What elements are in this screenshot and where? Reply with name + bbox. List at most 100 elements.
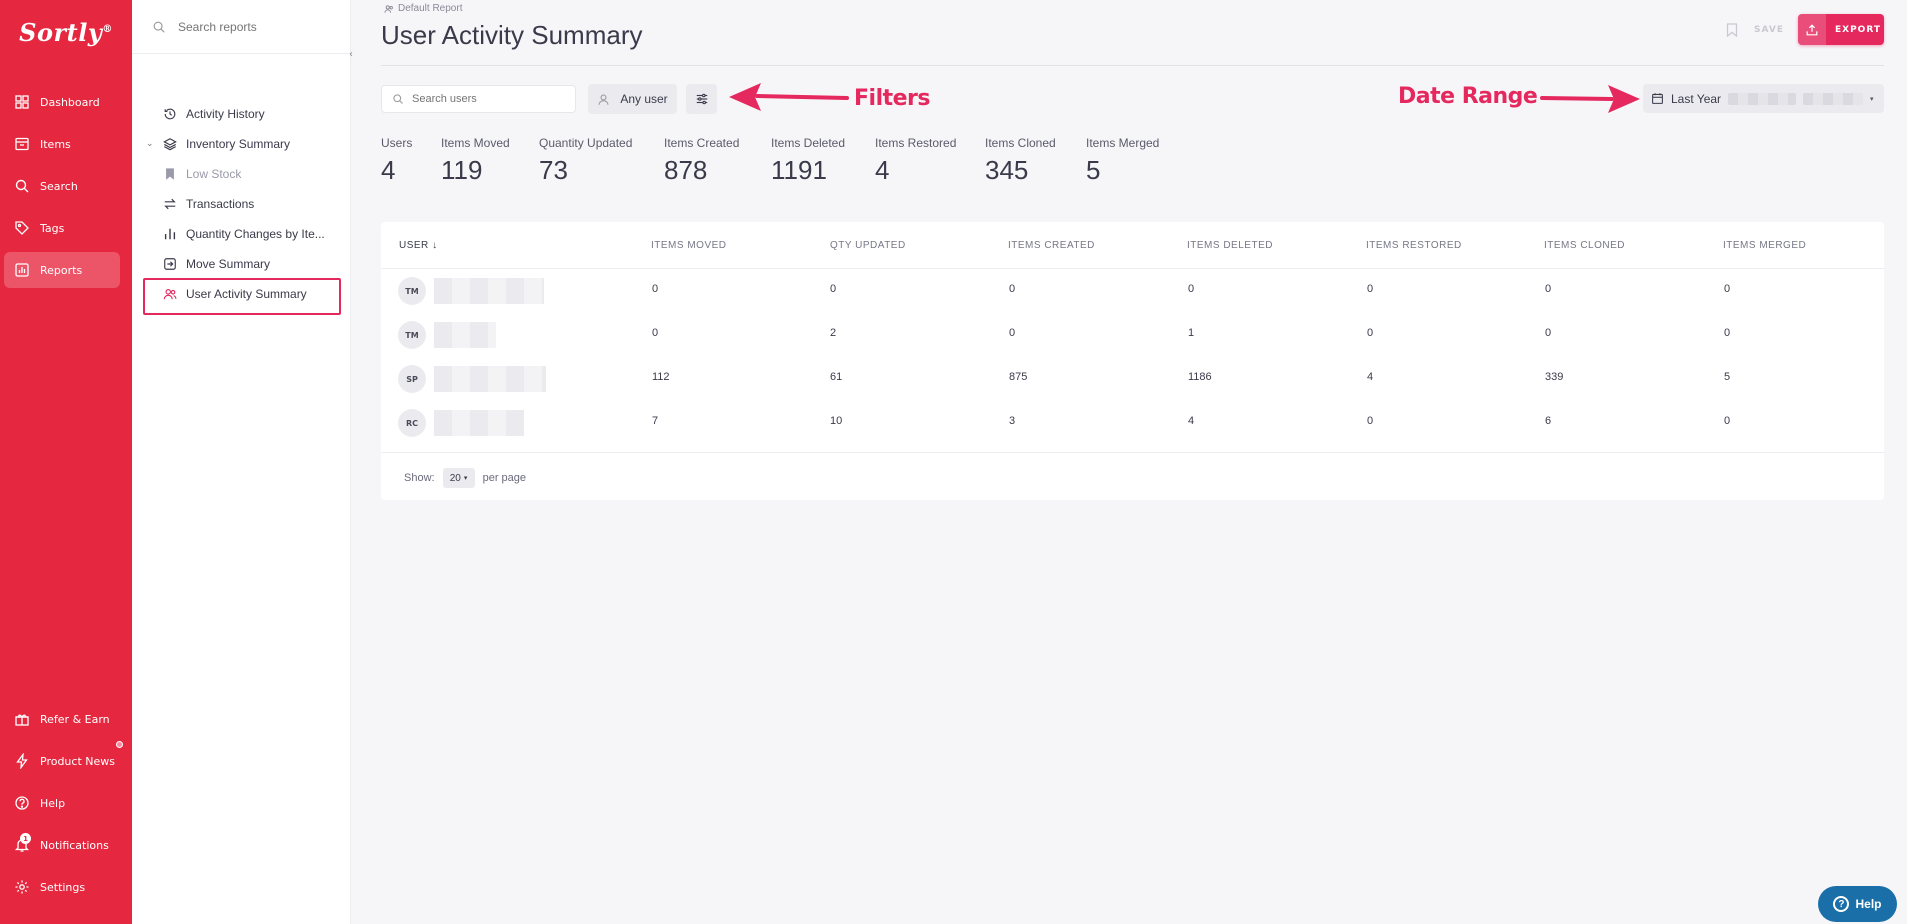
avatar: TM: [398, 321, 426, 349]
user-search-input[interactable]: [412, 93, 562, 105]
primary-nav: Sortly® Dashboard Items Search Tags Repo…: [0, 0, 132, 924]
tag-icon: [15, 221, 29, 235]
sortly-logo[interactable]: Sortly®: [0, 18, 132, 47]
sidebar-item-label: Transactions: [186, 197, 255, 211]
sidebar-item-label: Activity History: [186, 107, 265, 121]
per-page-select[interactable]: 20 ▾: [442, 468, 475, 488]
cell-items-cloned: 0: [1545, 283, 1552, 295]
cell-items-restored: 0: [1367, 327, 1374, 339]
nav-item-search[interactable]: Search: [4, 168, 120, 204]
column-header-items-moved[interactable]: ITEMS MOVED: [651, 240, 727, 251]
bar-chart-icon: [164, 228, 176, 240]
search-icon: [153, 21, 165, 33]
stat-items-restored: Items Restored 4: [875, 136, 957, 185]
nav-item-reports[interactable]: Reports: [4, 252, 120, 288]
calendar-icon: [1652, 93, 1663, 104]
export-button[interactable]: EXPORT: [1798, 14, 1884, 45]
cell-items-created: 0: [1009, 327, 1016, 339]
stat-items-created: Items Created 878: [664, 136, 740, 185]
footer-divider: [381, 452, 1884, 453]
history-icon: [164, 108, 176, 120]
redacted-user-name: [434, 322, 496, 348]
cell-items-moved: 0: [652, 283, 659, 295]
pagination-size: Show: 20 ▾ per page: [404, 468, 526, 488]
cell-items-created: 875: [1009, 371, 1028, 383]
nav-label: Tags: [40, 221, 65, 235]
move-icon: [164, 258, 176, 270]
nav-item-dashboard[interactable]: Dashboard: [4, 84, 120, 120]
table-row[interactable]: TM 0 2 0 1 0 0 0: [381, 312, 1884, 356]
lightning-icon: [16, 753, 28, 769]
search-icon: [15, 179, 29, 193]
nav-item-product-news[interactable]: Product News: [4, 743, 120, 779]
search-icon: [393, 94, 403, 104]
nav-item-notifications[interactable]: Notifications: [4, 827, 120, 863]
sidebar-item-transactions[interactable]: Transactions: [163, 191, 254, 217]
bookmark-icon: [166, 168, 174, 180]
nav-label: Product News: [40, 754, 115, 768]
cell-items-restored: 0: [1367, 415, 1374, 427]
collapse-sidebar-chevron-icon[interactable]: ‹: [344, 47, 358, 61]
show-label: Show:: [404, 472, 435, 484]
user-icon: [598, 94, 609, 105]
column-header-items-cloned[interactable]: ITEMS CLONED: [1544, 240, 1625, 251]
nav-label: Items: [40, 137, 71, 151]
user-activity-table: USER ↓ ITEMS MOVED QTY UPDATED ITEMS CRE…: [381, 222, 1884, 500]
user-search: [381, 85, 576, 113]
column-header-user[interactable]: USER ↓: [399, 240, 438, 251]
nav-item-settings[interactable]: Settings: [4, 869, 120, 905]
cell-items-restored: 4: [1367, 371, 1374, 383]
nav-item-items[interactable]: Items: [4, 126, 120, 162]
sliders-icon: [696, 93, 707, 105]
nav-label: Notifications: [40, 838, 109, 852]
help-widget-button[interactable]: ? Help: [1818, 886, 1897, 922]
nav-item-refer-earn[interactable]: Refer & Earn: [4, 701, 120, 737]
sidebar-item-move-summary[interactable]: Move Summary: [163, 251, 270, 277]
sidebar-item-low-stock[interactable]: Low Stock: [163, 161, 241, 187]
save-label: SAVE: [1754, 25, 1784, 35]
bookmark-icon: [1726, 23, 1738, 37]
table-row[interactable]: RC 7 10 3 4 0 6 0: [381, 400, 1884, 444]
nav-label: Dashboard: [40, 95, 100, 109]
redacted-user-name: [434, 366, 546, 392]
expand-chevron-down-icon[interactable]: ⌄: [146, 139, 154, 149]
avatar: TM: [398, 277, 426, 305]
column-header-items-merged[interactable]: ITEMS MERGED: [1723, 240, 1806, 251]
user-filter-button[interactable]: Any user: [588, 84, 677, 114]
report-search: [132, 0, 351, 54]
breadcrumb[interactable]: Default Report: [384, 3, 462, 14]
cell-items-merged: 0: [1724, 327, 1731, 339]
report-search-input[interactable]: [178, 19, 328, 34]
gear-icon: [15, 880, 29, 894]
breadcrumb-label: Default Report: [398, 3, 463, 14]
column-header-qty-updated[interactable]: QTY UPDATED: [830, 240, 906, 251]
nav-item-tags[interactable]: Tags: [4, 210, 120, 246]
filters-annotation: Filters: [854, 86, 931, 111]
cell-qty-updated: 0: [830, 283, 837, 295]
stat-items-deleted: Items Deleted 1191: [771, 136, 846, 185]
sidebar-item-activity-history[interactable]: Activity History: [163, 101, 265, 127]
stat-items-moved: Items Moved 119: [441, 136, 510, 185]
save-button[interactable]: SAVE: [1718, 16, 1792, 44]
cell-items-merged: 0: [1724, 415, 1731, 427]
column-header-items-restored[interactable]: ITEMS RESTORED: [1366, 240, 1462, 251]
nav-item-help[interactable]: Help: [4, 785, 120, 821]
sort-arrow-down-icon: ↓: [432, 240, 438, 251]
column-header-items-deleted[interactable]: ITEMS DELETED: [1187, 240, 1273, 251]
table-row[interactable]: SP 112 61 875 1186 4 339 5: [381, 356, 1884, 400]
dashboard-icon: [15, 95, 29, 109]
column-header-items-created[interactable]: ITEMS CREATED: [1008, 240, 1095, 251]
layers-icon: [163, 138, 177, 151]
cell-items-deleted: 1: [1188, 327, 1195, 339]
cell-items-cloned: 0: [1545, 327, 1552, 339]
help-widget-label: Help: [1855, 897, 1882, 911]
sidebar-item-quantity-changes[interactable]: Quantity Changes by Ite...: [163, 221, 325, 247]
advanced-filters-button[interactable]: [686, 84, 717, 114]
nav-label: Reports: [40, 263, 83, 277]
date-range-picker[interactable]: Last Year ▾: [1643, 84, 1884, 113]
export-label: EXPORT: [1835, 24, 1881, 35]
cell-items-cloned: 339: [1545, 371, 1564, 383]
cell-items-merged: 0: [1724, 283, 1731, 295]
sidebar-item-inventory-summary[interactable]: Inventory Summary: [163, 131, 290, 157]
table-row[interactable]: TM 0 0 0 0 0 0 0: [381, 268, 1884, 312]
